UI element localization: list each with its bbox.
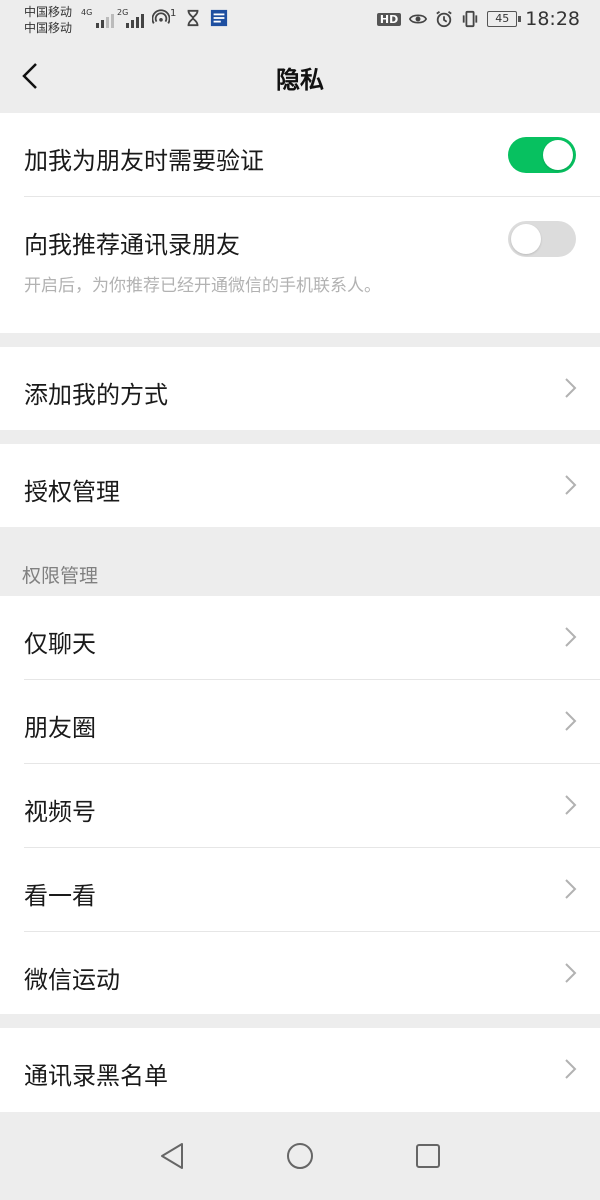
nav-back-triangle-icon[interactable] [156,1140,188,1172]
permissions-section-title: 权限管理 [22,565,99,587]
authorization-label: 授权管理 [24,478,120,506]
chevron-right-icon [565,795,577,815]
network-2g-label: 2G [117,8,129,17]
permissions-group: 仅聊天 朋友圈 视频号 看一看 微信运动 [0,596,600,1014]
eye-icon [409,14,428,24]
vibrate-icon [463,10,478,28]
permission-item-werun[interactable]: 微信运动 [24,932,600,1015]
permission-item-label: 朋友圈 [24,714,96,742]
status-left-icons: 1 [152,7,228,27]
recommend-row: 向我推荐通讯录朋友 开启后，为你推荐已经开通微信的手机联系人。 [24,197,600,333]
verify-label: 加我为朋友时需要验证 [24,147,264,175]
authorization-row[interactable]: 授权管理 [24,444,600,527]
alarm-icon [436,11,452,28]
clock: 18:28 [525,8,580,30]
recommend-description: 开启后，为你推荐已经开通微信的手机联系人。 [24,276,381,296]
permission-item-label: 看一看 [24,882,96,910]
permission-item-channels[interactable]: 视频号 [24,764,600,848]
carrier-labels: 中国移动 中国移动 [24,4,72,36]
blacklist-group: 通讯录黑名单 [0,1028,600,1112]
blacklist-label: 通讯录黑名单 [24,1062,168,1090]
add-methods-row[interactable]: 添加我的方式 [24,347,600,430]
chevron-right-icon [565,879,577,899]
chevron-right-icon [565,627,577,647]
hotspot-icon [152,9,170,24]
recommend-label: 向我推荐通讯录朋友 [24,231,240,259]
chevron-right-icon [565,378,577,398]
hourglass-icon [187,9,199,27]
verify-row: 加我为朋友时需要验证 [24,113,600,197]
carrier-1: 中国移动 [24,5,73,19]
network-4g-label: 4G [81,8,93,17]
nav-home-circle-icon[interactable] [284,1140,316,1172]
add-methods-label: 添加我的方式 [24,381,168,409]
toggle-knob [543,140,573,170]
permission-item-chat-only[interactable]: 仅聊天 [24,596,600,680]
permission-item-label: 视频号 [24,798,96,826]
verify-toggle[interactable] [508,137,576,173]
chevron-right-icon [565,475,577,495]
chevron-right-icon [565,711,577,731]
page-title: 隐私 [276,66,324,94]
signal-2g-icon: 2G [117,8,144,28]
battery-indicator: 45 [487,11,522,27]
chevron-right-icon [565,1059,577,1079]
chevron-right-icon [565,963,577,983]
navigation-bar: 隐私 [0,40,600,112]
permission-item-top-stories[interactable]: 看一看 [24,848,600,932]
nav-recents-square-icon[interactable] [412,1140,444,1172]
hotspot-count: 1 [170,7,177,19]
permission-item-label: 微信运动 [24,966,120,994]
system-navigation-bar [0,1112,600,1200]
authorization-group: 授权管理 [0,444,600,527]
hd-badge: HD [376,12,402,26]
toggle-knob [511,224,541,254]
friend-settings-group: 加我为朋友时需要验证 向我推荐通讯录朋友 开启后，为你推荐已经开通微信的手机联系… [0,113,600,333]
blacklist-row[interactable]: 通讯录黑名单 [24,1028,600,1111]
signal-4g-icon: 4G [81,8,114,28]
status-right: HD 45 18:28 [376,8,580,30]
status-bar: 中国移动 中国移动 4G 2G 1 HD 45 18:28 [0,0,600,40]
permission-item-label: 仅聊天 [24,630,96,658]
add-methods-group: 添加我的方式 [0,347,600,430]
permission-item-moments[interactable]: 朋友圈 [24,680,600,764]
app-notification-icon [211,9,228,27]
carrier-2: 中国移动 [24,21,73,35]
recommend-toggle[interactable] [508,221,576,257]
